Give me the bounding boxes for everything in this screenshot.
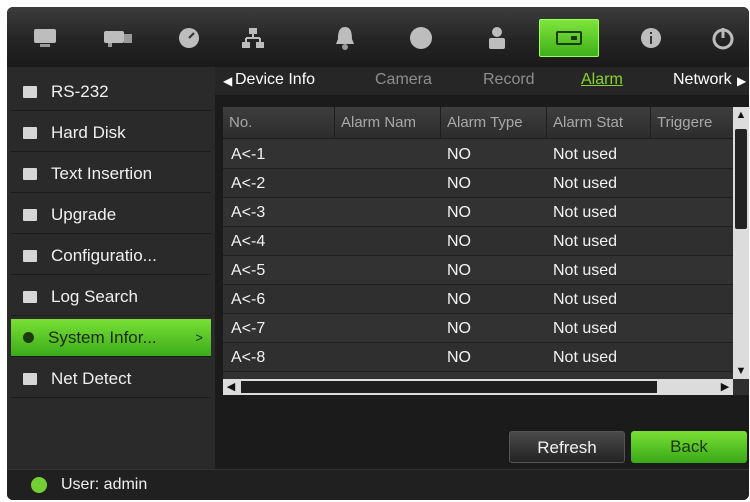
info-icon[interactable]	[625, 19, 677, 57]
cell-type: NO	[447, 175, 471, 192]
tab-alarm[interactable]: Alarm	[581, 71, 623, 89]
sidebar-item-configuration[interactable]: Configuratio...	[11, 237, 211, 275]
device-icon[interactable]	[539, 19, 599, 57]
cell-type: NO	[447, 204, 471, 221]
tab-network[interactable]: Network	[673, 71, 735, 89]
cell-type: NO	[447, 349, 471, 366]
cell-no: A<-8	[231, 349, 266, 366]
scroll-down-icon[interactable]: ▼	[733, 363, 749, 379]
sidebar-item-hard-disk[interactable]: Hard Disk	[11, 114, 211, 152]
horizontal-scrollbar[interactable]: ◀ ▶	[223, 379, 733, 395]
table-body: A<-1 NO Not used A<-2 NO Not used A<-3 N…	[223, 140, 733, 379]
cell-status: Not used	[553, 146, 618, 163]
cell-no: A<-4	[231, 233, 266, 250]
cell-no: A<-1	[231, 146, 266, 163]
tab-bar: ◀ Device Info Camera Record Alarm Networ…	[215, 67, 749, 95]
column-alarm-name[interactable]: Alarm Nam	[335, 107, 441, 139]
power-icon[interactable]	[697, 19, 749, 57]
user-label: User: admin	[61, 476, 148, 493]
sidebar: RS-232 Hard Disk Text Insertion Upgrade …	[7, 67, 215, 469]
tab-scroll-right[interactable]: ▶	[737, 74, 746, 88]
cell-no: A<-6	[231, 291, 266, 308]
cell-no: A<-5	[231, 262, 266, 279]
table-row[interactable]: A<-6 NO Not used	[223, 285, 733, 314]
cell-type: NO	[447, 233, 471, 250]
alarm-table: No. Alarm Nam Alarm Type Alarm Stat Trig…	[223, 107, 749, 395]
column-alarm-status[interactable]: Alarm Stat	[547, 107, 651, 139]
user-icon[interactable]	[471, 19, 523, 57]
scroll-left-icon[interactable]: ◀	[223, 379, 239, 395]
log-icon	[23, 290, 37, 303]
network-icon[interactable]	[227, 19, 279, 57]
sidebar-item-label: Upgrade	[51, 204, 117, 224]
cell-type: NO	[447, 262, 471, 279]
record-icon[interactable]	[395, 19, 447, 57]
back-button[interactable]: Back	[631, 431, 747, 463]
dvr-window: RS-232 Hard Disk Text Insertion Upgrade …	[7, 7, 749, 500]
config-icon	[23, 249, 37, 262]
horizontal-scroll-thumb[interactable]	[241, 381, 657, 393]
text-insert-icon	[23, 167, 37, 180]
serial-icon	[23, 85, 37, 98]
cell-status: Not used	[553, 262, 618, 279]
cell-no: A<-2	[231, 175, 266, 192]
top-toolbar	[7, 7, 749, 67]
upgrade-icon	[23, 208, 37, 221]
cell-status: Not used	[553, 291, 618, 308]
cell-status: Not used	[553, 204, 618, 221]
vertical-scrollbar[interactable]: ▲ ▼	[733, 107, 749, 379]
table-row[interactable]: A<-7 NO Not used	[223, 314, 733, 343]
vertical-scroll-thumb[interactable]	[735, 129, 747, 229]
cell-status: Not used	[553, 175, 618, 192]
refresh-button[interactable]: Refresh	[509, 431, 625, 463]
sidebar-item-system-info[interactable]: System Infor... >	[11, 319, 211, 357]
scroll-up-icon[interactable]: ▲	[733, 107, 749, 123]
sidebar-item-label: RS-232	[51, 81, 109, 101]
monitor-icon[interactable]	[19, 19, 71, 57]
tab-record[interactable]: Record	[483, 71, 535, 89]
cell-no: A<-7	[231, 320, 266, 337]
sidebar-item-label: Hard Disk	[51, 122, 126, 142]
sidebar-item-label: System Infor...	[48, 327, 157, 347]
sidebar-item-upgrade[interactable]: Upgrade	[11, 196, 211, 234]
dial-icon[interactable]	[163, 19, 215, 57]
sidebar-item-log-search[interactable]: Log Search	[11, 278, 211, 316]
system-info-icon	[23, 332, 34, 343]
hdd-icon	[23, 126, 37, 139]
column-no[interactable]: No.	[223, 107, 335, 139]
net-detect-icon	[23, 372, 37, 385]
sidebar-item-label: Text Insertion	[51, 163, 153, 183]
cell-status: Not used	[553, 349, 618, 366]
sidebar-item-label: Net Detect	[51, 368, 132, 388]
status-bar: User: admin	[7, 469, 749, 500]
column-alarm-type[interactable]: Alarm Type	[441, 107, 547, 139]
cell-status: Not used	[553, 320, 618, 337]
tab-device-info[interactable]: Device Info	[235, 71, 315, 89]
cell-status: Not used	[553, 233, 618, 250]
cell-type: NO	[447, 320, 471, 337]
sidebar-item-label: Configuratio...	[51, 245, 157, 265]
sidebar-item-label: Log Search	[51, 286, 138, 306]
table-row[interactable]: A<-2 NO Not used	[223, 169, 733, 198]
camera-icon[interactable]	[91, 19, 143, 57]
table-row[interactable]: A<-3 NO Not used	[223, 198, 733, 227]
chevron-right-icon: >	[195, 330, 203, 345]
tab-camera[interactable]: Camera	[375, 71, 432, 89]
column-triggered[interactable]: Triggere	[651, 107, 733, 139]
table-row[interactable]: A<-1 NO Not used	[223, 140, 733, 169]
table-row[interactable]: A<-8 NO Not used	[223, 343, 733, 372]
table-row[interactable]: A<-5 NO Not used	[223, 256, 733, 285]
sidebar-item-text-insertion[interactable]: Text Insertion	[11, 155, 211, 193]
tab-scroll-left[interactable]: ◀	[223, 74, 232, 88]
scroll-right-icon[interactable]: ▶	[717, 379, 733, 395]
alarm-bell-icon[interactable]	[319, 19, 371, 57]
sidebar-item-rs232[interactable]: RS-232	[11, 73, 211, 111]
table-header: No. Alarm Nam Alarm Type Alarm Stat Trig…	[223, 107, 733, 139]
user-status-icon	[31, 477, 47, 493]
table-row[interactable]: A<-4 NO Not used	[223, 227, 733, 256]
cell-type: NO	[447, 291, 471, 308]
cell-no: A<-3	[231, 204, 266, 221]
cell-type: NO	[447, 146, 471, 163]
sidebar-item-net-detect[interactable]: Net Detect	[11, 360, 211, 398]
